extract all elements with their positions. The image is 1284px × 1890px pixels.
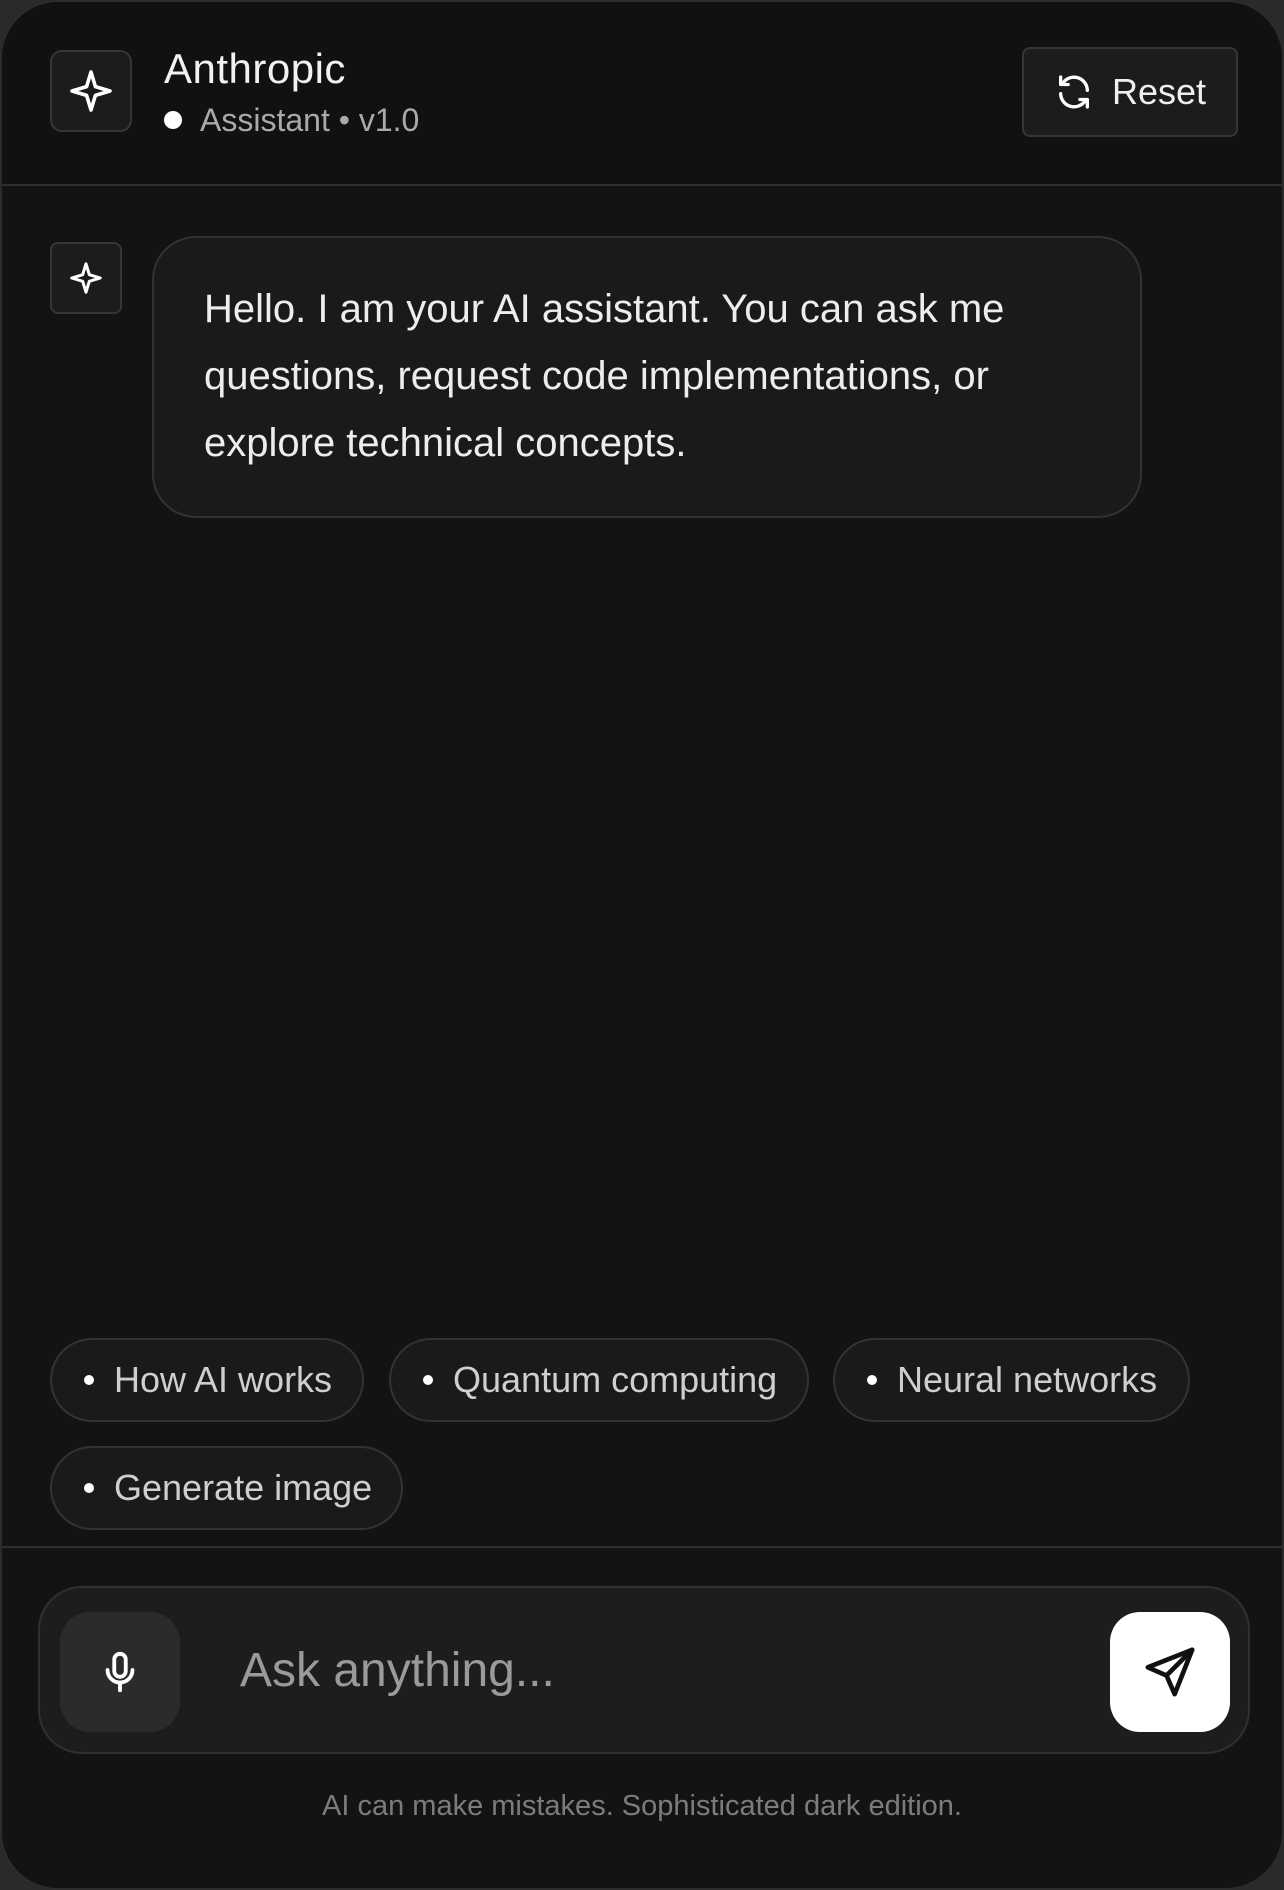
- send-button[interactable]: [1110, 1612, 1230, 1732]
- chat-app-window: Anthropic Assistant • v1.0 Reset Hello. …: [0, 0, 1284, 1890]
- bullet-icon: [423, 1375, 433, 1385]
- bullet-icon: [84, 1483, 94, 1493]
- logo-badge: [50, 50, 132, 132]
- sparkle-icon: [70, 70, 112, 112]
- suggestion-label: Neural networks: [897, 1359, 1158, 1400]
- sparkle-icon: [70, 262, 102, 294]
- footer-disclaimer: AI can make mistakes. Sophisticated dark…: [322, 1790, 962, 1822]
- suggestion-chip[interactable]: How AI works: [50, 1338, 364, 1422]
- bullet-icon: [84, 1375, 94, 1385]
- suggestion-label: How AI works: [114, 1359, 333, 1400]
- online-status-dot: [164, 111, 182, 129]
- assistant-status: Assistant • v1.0: [164, 102, 419, 138]
- suggestion-chip[interactable]: Generate image: [50, 1446, 403, 1530]
- composer: [38, 1586, 1250, 1754]
- status-text: Assistant • v1.0: [200, 101, 420, 138]
- suggestion-label: Generate image: [114, 1467, 373, 1508]
- suggestion-label: Quantum computing: [453, 1359, 778, 1400]
- microphone-button[interactable]: [60, 1612, 180, 1732]
- assistant-message: Hello. I am your AI assistant. You can a…: [152, 236, 1142, 518]
- reset-button[interactable]: Reset: [1022, 47, 1238, 137]
- suggestion-chip[interactable]: Quantum computing: [389, 1338, 809, 1422]
- divider: [2, 1546, 1282, 1548]
- microphone-icon: [105, 1651, 135, 1693]
- suggestion-chip[interactable]: Neural networks: [833, 1338, 1190, 1422]
- send-icon: [1145, 1647, 1195, 1697]
- app-header: Anthropic Assistant • v1.0 Reset: [2, 2, 1282, 186]
- prompt-input[interactable]: [240, 1628, 1100, 1712]
- reset-button-label: Reset: [1111, 71, 1207, 112]
- assistant-avatar: [50, 242, 122, 314]
- bullet-icon: [867, 1375, 877, 1385]
- refresh-icon: [1058, 75, 1089, 109]
- app-title: Anthropic: [164, 45, 346, 92]
